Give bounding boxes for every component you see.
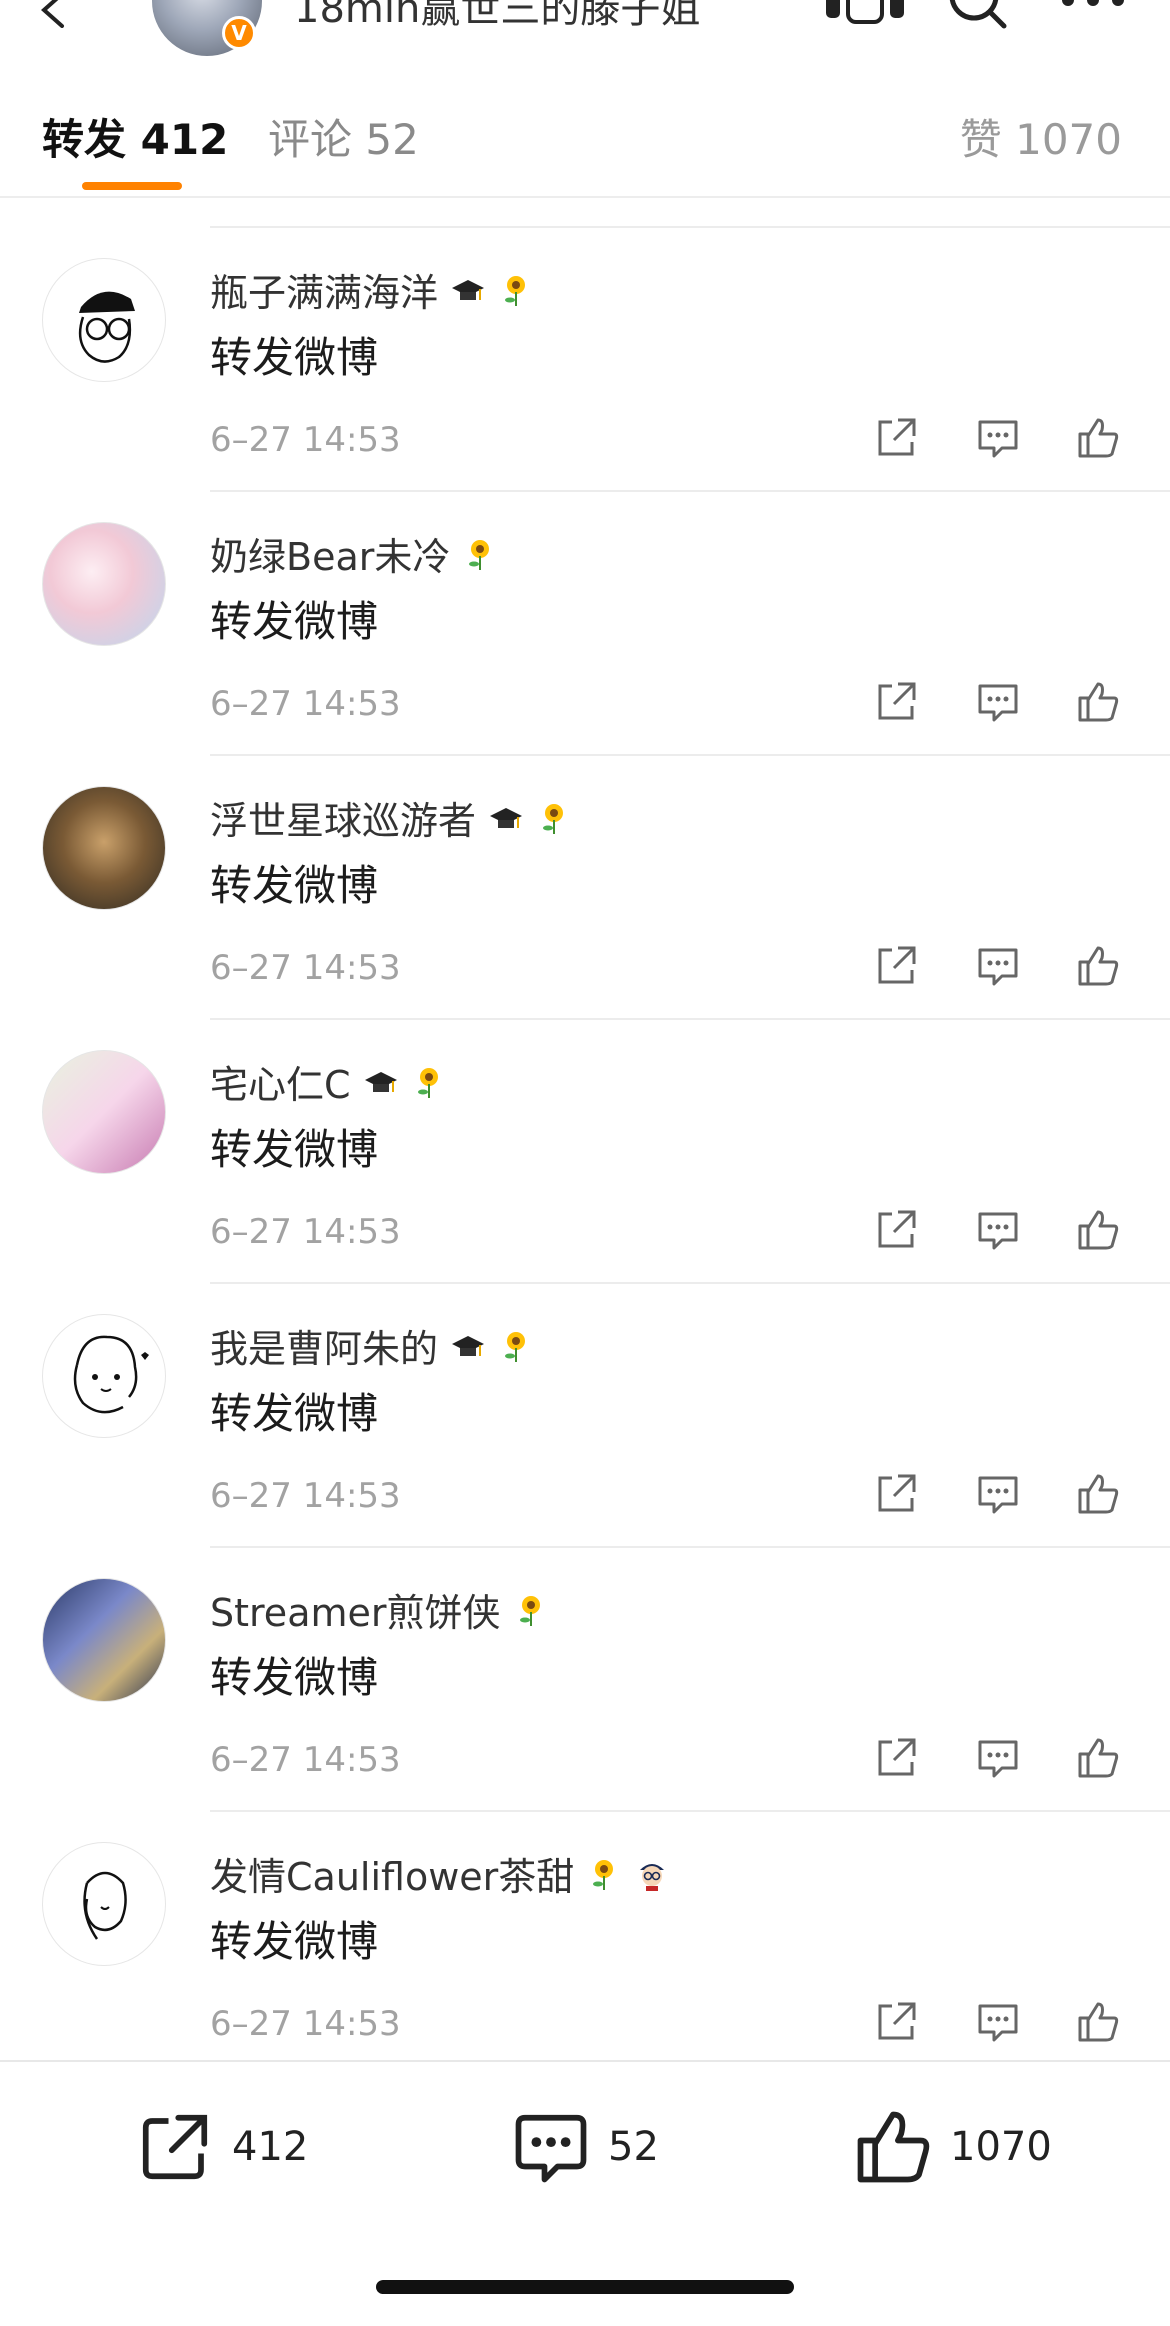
like-icon[interactable] (1074, 942, 1122, 990)
timestamp: 6–27 14:53 (210, 1212, 401, 1252)
comment-icon[interactable] (974, 414, 1022, 462)
repost-text: 转发微博 (210, 1917, 379, 1966)
list-item[interactable]: 浮世星球巡游者 转发微博 6–27 14:53 (0, 756, 1170, 1020)
comment-icon[interactable] (974, 1734, 1022, 1782)
comment-count: 52 (608, 2124, 659, 2170)
user-name[interactable]: 宅心仁C (210, 1054, 447, 1109)
repost-text: 转发微博 (210, 1389, 379, 1438)
graduation-cap-icon (490, 807, 523, 828)
verified-badge: V (222, 16, 256, 50)
user-name[interactable]: 奶绿Bear未冷 (210, 526, 498, 581)
user-name[interactable]: 我是曹阿朱的 (210, 1318, 534, 1373)
list-item[interactable]: 我是曹阿朱的 转发微博 6–27 14:53 (0, 1284, 1170, 1548)
comment-icon[interactable] (974, 942, 1022, 990)
list-item[interactable]: 宅心仁C 转发微博 6–27 14:53 (0, 1020, 1170, 1284)
list-item[interactable]: 奶绿Bear未冷 转发微博 6–27 14:53 (0, 492, 1170, 756)
avatar[interactable] (42, 1314, 166, 1438)
like-icon[interactable] (1074, 678, 1122, 726)
timestamp: 6–27 14:53 (210, 1476, 401, 1516)
list-item[interactable]: 发情Cauliflower茶甜 转发微博 6–27 14:53 (0, 1812, 1170, 2076)
detective-icon (640, 1863, 665, 1891)
user-name[interactable]: 发情Cauliflower茶甜 (210, 1846, 670, 1901)
comment-button[interactable]: 52 (512, 2108, 659, 2186)
share-icon[interactable] (872, 1470, 920, 1518)
timestamp: 6–27 14:53 (210, 420, 401, 460)
avatar[interactable] (42, 258, 166, 382)
sunflower-icon (469, 539, 490, 570)
user-name[interactable]: 瓶子满满海洋 (210, 262, 534, 317)
comment-icon[interactable] (974, 1470, 1022, 1518)
timestamp: 6–27 14:53 (210, 2004, 401, 2044)
tab-repost[interactable]: 转发 412 (42, 106, 228, 167)
tab-bar: 转发 412 评论 52 赞 1070 (0, 66, 1170, 198)
user-name[interactable]: 浮世星球巡游者 (210, 790, 572, 845)
sunflower-icon (593, 1859, 614, 1890)
avatar[interactable] (42, 786, 166, 910)
repost-text: 转发微博 (210, 1125, 379, 1174)
avatar[interactable] (42, 1050, 166, 1174)
share-icon[interactable] (872, 1998, 920, 2046)
sunflower-icon (519, 1595, 540, 1626)
listen-icon[interactable] (820, 0, 910, 28)
top-nav-bar: V 18min赢世三的滕子姐 (0, 0, 1170, 68)
share-icon[interactable] (872, 1734, 920, 1782)
avatar[interactable] (42, 522, 166, 646)
repost-text: 转发微博 (210, 861, 379, 910)
graduation-cap-icon (452, 279, 485, 300)
graduation-cap-icon (364, 1071, 397, 1092)
like-count: 1070 (950, 2124, 1052, 2170)
share-icon[interactable] (872, 1206, 920, 1254)
like-icon[interactable] (1074, 414, 1122, 462)
sunflower-icon (505, 1331, 526, 1362)
sunflower-icon (417, 1067, 438, 1098)
comment-icon[interactable] (974, 1206, 1022, 1254)
search-icon[interactable] (946, 0, 1010, 30)
timestamp: 6–27 14:53 (210, 1740, 401, 1780)
repost-text: 转发微博 (210, 597, 379, 646)
page-title: 18min赢世三的滕子姐 (294, 0, 701, 32)
user-name[interactable]: Streamer煎饼侠 (210, 1582, 549, 1637)
repost-text: 转发微博 (210, 1653, 379, 1702)
like-icon (857, 2111, 930, 2183)
avatar[interactable] (42, 1842, 166, 1966)
comment-icon (515, 2114, 587, 2183)
tab-comment[interactable]: 评论 52 (268, 106, 419, 167)
repost-text: 转发微博 (210, 333, 379, 382)
avatar[interactable] (42, 1578, 166, 1702)
graduation-cap-icon (452, 1335, 485, 1356)
share-icon[interactable] (872, 942, 920, 990)
active-tab-indicator (82, 182, 182, 190)
comment-icon[interactable] (974, 678, 1022, 726)
back-icon[interactable] (32, 0, 72, 28)
share-icon (142, 2114, 208, 2180)
like-icon[interactable] (1074, 1206, 1122, 1254)
share-icon[interactable] (872, 678, 920, 726)
more-icon[interactable] (1058, 0, 1128, 12)
home-indicator[interactable] (376, 2280, 794, 2294)
timestamp: 6–27 14:53 (210, 684, 401, 724)
sunflower-icon (543, 803, 564, 834)
repost-list: 瓶子满满海洋 转发微博 6–27 14:53 奶绿Bear未冷 转发微博 6–2… (0, 228, 1170, 2076)
like-icon[interactable] (1074, 1998, 1122, 2046)
like-icon[interactable] (1074, 1734, 1122, 1782)
timestamp: 6–27 14:53 (210, 948, 401, 988)
list-item[interactable]: Streamer煎饼侠 转发微博 6–27 14:53 (0, 1548, 1170, 1812)
tab-like[interactable]: 赞 1070 (960, 106, 1122, 167)
share-count: 412 (232, 2124, 309, 2170)
like-button[interactable]: 1070 (854, 2108, 1052, 2186)
like-icon[interactable] (1074, 1470, 1122, 1518)
list-item[interactable]: 瓶子满满海洋 转发微博 6–27 14:53 (0, 228, 1170, 492)
sunflower-icon (505, 275, 526, 306)
share-icon[interactable] (872, 414, 920, 462)
comment-icon[interactable] (974, 1998, 1022, 2046)
share-button[interactable]: 412 (136, 2108, 308, 2186)
